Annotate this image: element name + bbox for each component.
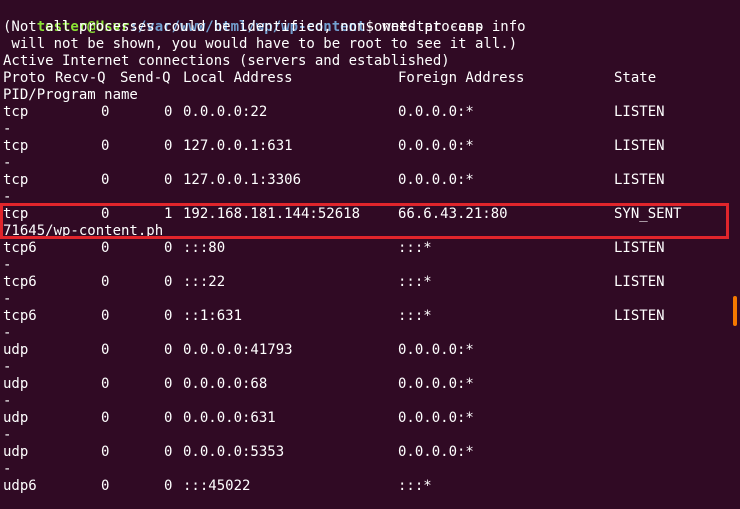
info-line-1: (Not all processes could be identified, … xyxy=(3,19,526,35)
row-recvq: 0 xyxy=(101,104,110,120)
row-proto: tcp6 xyxy=(3,308,37,324)
header-state: State xyxy=(614,70,657,86)
row-state: LISTEN xyxy=(614,104,665,120)
row-pid-program: - xyxy=(3,155,12,171)
row-sendq: 0 xyxy=(164,138,173,154)
row-sendq: 0 xyxy=(164,240,173,256)
row-pid-program: - xyxy=(3,427,12,443)
row-foreign-address: 0.0.0.0:* xyxy=(398,410,474,426)
row-sendq: 1 xyxy=(164,206,173,222)
header-foreign-address: Foreign Address xyxy=(398,70,525,86)
header-proto: Proto xyxy=(3,70,46,86)
prompt-line: tester@Usvr:/var/www/html/wp/wp-content$… xyxy=(3,2,484,35)
row-sendq: 0 xyxy=(164,410,173,426)
row-foreign-address: 0.0.0.0:* xyxy=(398,104,474,120)
row-local-address: 0.0.0.0:631 xyxy=(183,410,276,426)
row-local-address: :::22 xyxy=(183,274,226,290)
row-foreign-address: 66.6.43.21:80 xyxy=(398,206,508,222)
row-recvq: 0 xyxy=(101,206,110,222)
row-local-address: :::45022 xyxy=(183,478,251,494)
row-sendq: 0 xyxy=(164,172,173,188)
row-pid-program: - xyxy=(3,359,12,375)
row-recvq: 0 xyxy=(101,138,110,154)
row-state: LISTEN xyxy=(614,240,665,256)
scroll-indicator[interactable] xyxy=(733,296,737,326)
row-state: LISTEN xyxy=(614,274,665,290)
row-state: LISTEN xyxy=(614,172,665,188)
row-sendq: 0 xyxy=(164,308,173,324)
row-proto: udp xyxy=(3,342,29,358)
row-proto: tcp xyxy=(3,104,29,120)
row-pid-program: - xyxy=(3,461,12,477)
header-recvq: Recv-Q xyxy=(55,70,106,86)
row-state: SYN_SENT xyxy=(614,206,682,222)
row-sendq: 0 xyxy=(164,274,173,290)
row-recvq: 0 xyxy=(101,376,110,392)
row-foreign-address: 0.0.0.0:* xyxy=(398,342,474,358)
row-sendq: 0 xyxy=(164,376,173,392)
terminal-window[interactable]: tester@Usvr:/var/www/html/wp/wp-content$… xyxy=(0,0,740,509)
row-sendq: 0 xyxy=(164,104,173,120)
header-local-address: Local Address xyxy=(183,70,293,86)
row-foreign-address: 0.0.0.0:* xyxy=(398,172,474,188)
row-state: LISTEN xyxy=(614,308,665,324)
row-recvq: 0 xyxy=(101,274,110,290)
info-line-3: Active Internet connections (servers and… xyxy=(3,53,450,69)
header-sendq: Send-Q xyxy=(120,70,171,86)
row-proto: tcp6 xyxy=(3,274,37,290)
row-local-address: 127.0.0.1:3306 xyxy=(183,172,302,188)
row-pid-program: - xyxy=(3,393,12,409)
row-local-address: :::80 xyxy=(183,240,226,256)
row-local-address: 127.0.0.1:631 xyxy=(183,138,293,154)
row-proto: udp xyxy=(3,444,29,460)
row-foreign-address: :::* xyxy=(398,240,432,256)
row-foreign-address: :::* xyxy=(398,478,432,494)
row-proto: udp xyxy=(3,376,29,392)
row-recvq: 0 xyxy=(101,410,110,426)
row-local-address: 192.168.181.144:52618 xyxy=(183,206,361,222)
row-local-address: ::1:631 xyxy=(183,308,243,324)
row-foreign-address: :::* xyxy=(398,308,432,324)
header-pid-program: PID/Program name xyxy=(3,87,138,103)
row-pid-program: - xyxy=(3,291,12,307)
row-recvq: 0 xyxy=(101,478,110,494)
row-foreign-address: 0.0.0.0:* xyxy=(398,444,474,460)
row-local-address: 0.0.0.0:22 xyxy=(183,104,268,120)
row-pid-program: - xyxy=(3,257,12,273)
row-foreign-address: 0.0.0.0:* xyxy=(398,376,474,392)
row-local-address: 0.0.0.0:5353 xyxy=(183,444,285,460)
info-line-2: will not be shown, you would have to be … xyxy=(3,36,518,52)
row-proto: tcp6 xyxy=(3,240,37,256)
row-recvq: 0 xyxy=(101,444,110,460)
row-sendq: 0 xyxy=(164,478,173,494)
row-proto: tcp xyxy=(3,138,29,154)
row-pid-program: - xyxy=(3,189,12,205)
row-proto: udp6 xyxy=(3,478,37,494)
row-recvq: 0 xyxy=(101,308,110,324)
row-sendq: 0 xyxy=(164,342,173,358)
row-pid-program: 71645/wp-content.ph xyxy=(3,223,164,239)
row-recvq: 0 xyxy=(101,172,110,188)
row-local-address: 0.0.0.0:41793 xyxy=(183,342,293,358)
row-pid-program: - xyxy=(3,325,12,341)
row-proto: tcp xyxy=(3,206,29,222)
row-local-address: 0.0.0.0:68 xyxy=(183,376,268,392)
row-pid-program: - xyxy=(3,121,12,137)
row-sendq: 0 xyxy=(164,444,173,460)
row-state: LISTEN xyxy=(614,138,665,154)
row-recvq: 0 xyxy=(101,342,110,358)
row-proto: tcp xyxy=(3,172,29,188)
row-foreign-address: 0.0.0.0:* xyxy=(398,138,474,154)
row-recvq: 0 xyxy=(101,240,110,256)
row-proto: udp xyxy=(3,410,29,426)
row-foreign-address: :::* xyxy=(398,274,432,290)
